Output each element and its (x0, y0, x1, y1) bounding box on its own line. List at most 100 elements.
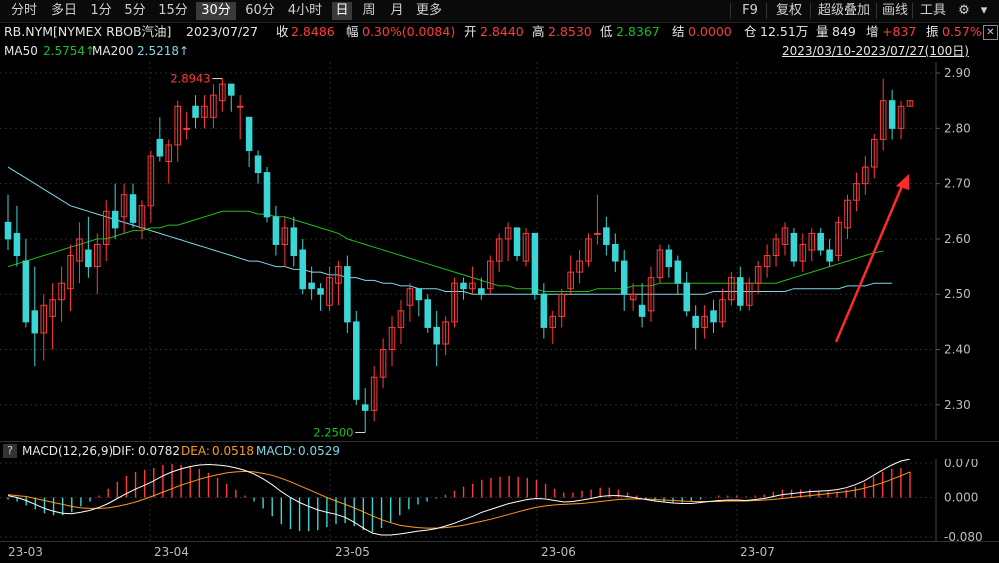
close-value: 2.8486 (291, 24, 335, 39)
high-label: 高 (532, 24, 545, 39)
candle-body (299, 249, 306, 290)
candle-body (245, 116, 253, 151)
open-value: 2.8440 (480, 24, 524, 39)
dif-value: 0.0782 (138, 444, 180, 458)
candle-body (272, 216, 280, 245)
close-label: 收 (276, 24, 289, 39)
macd-label: MACD: (256, 444, 297, 458)
candle-body (156, 138, 164, 157)
candle-body (424, 299, 432, 328)
vol-value: 849 (832, 24, 856, 39)
candle-body (737, 277, 744, 306)
candle-body (254, 155, 262, 174)
x-label: 23-04 (154, 545, 189, 559)
macd-tick-label: -0.080 (944, 530, 983, 541)
dif-line (7, 459, 911, 536)
period-tab[interactable]: 日 (332, 2, 352, 20)
ma200-value: 2.5218↑ (137, 44, 190, 58)
candle-body (263, 172, 271, 218)
toolbar-separator (912, 3, 913, 19)
oi-value: 12.51万 (760, 24, 809, 39)
period-tab[interactable]: 4小时 (284, 2, 326, 20)
toolbar-menu-item[interactable]: F9 (738, 2, 762, 20)
ma200-label: MA200 (92, 44, 134, 58)
ma-legend-row: MA50 2.5754↑ MA200 2.5218↑ 2023/03/10-20… (0, 42, 999, 60)
candle-body (22, 260, 30, 323)
price-tick-label: 2.60 (944, 232, 971, 246)
candle-body (236, 105, 244, 108)
toolbar-separator (766, 3, 767, 19)
period-tab[interactable]: 多日 (46, 2, 82, 20)
low-label: 低 (600, 24, 613, 39)
toolbar-separator (730, 3, 731, 19)
period-tab[interactable]: 5分 (120, 2, 150, 20)
price-tick-label: 2.40 (944, 343, 971, 357)
help-icon[interactable]: ? (3, 444, 17, 458)
oi-label: 仓 (744, 24, 757, 39)
gear-icon[interactable]: ⚙ (954, 2, 974, 20)
period-toolbar: 分时 多日 1分 5分 15分 30分 60分 4小时日周月更多 F9 复权 超级叠加 画线 工具 ⚙ ▾ (0, 0, 999, 23)
candle-body (638, 304, 646, 317)
candle-body (692, 315, 699, 328)
toolbar-menu-item[interactable]: 复权 (772, 2, 806, 20)
dea-line (7, 470, 911, 529)
toolbar-menu-item[interactable]: 画线 (880, 2, 910, 20)
candle-body (13, 232, 21, 257)
period-tab[interactable]: 更多 (414, 2, 444, 20)
macd-title[interactable]: MACD(12,26,9) (22, 442, 113, 460)
candle-body (674, 260, 682, 284)
amp-label: 幅 (346, 24, 359, 39)
high-annotation: 2.8943 (170, 72, 210, 86)
macd-tick-label: 0.070 (944, 459, 978, 470)
candle-body (531, 232, 539, 295)
open-label: 开 (464, 24, 477, 39)
symbol-label[interactable]: RB.NYM[NYMEX RBOB汽油] (4, 22, 171, 42)
candle-body (594, 232, 601, 235)
toolbar-menu-item[interactable]: 超级叠加 (816, 2, 872, 20)
candle-body (85, 249, 92, 268)
period-tab[interactable]: 周 (358, 2, 380, 20)
candle-body (513, 227, 521, 257)
ma50-label: MA50 (4, 44, 38, 58)
candle-body (308, 282, 315, 290)
candlestick-chart[interactable]: 2.90 2.80 2.70 2.60 2.50 2.40 2.30 2.8943 2.2500 (0, 62, 999, 440)
low-annotation: 2.2500 (313, 425, 353, 439)
candle-body (353, 321, 360, 400)
macd-tick-label: 0.000 (944, 491, 978, 505)
candle-body (31, 310, 39, 334)
period-tab[interactable]: 30分 (196, 2, 236, 20)
quote-info-row: RB.NYM[NYMEX RBOB汽油] 2023/07/27 收 2.8486… (0, 22, 999, 42)
inc-value: +837 (882, 24, 917, 39)
amp-value: 0.30%(0.0084) (362, 24, 456, 39)
period-tab[interactable]: 15分 (156, 2, 190, 20)
candle-body (290, 227, 298, 257)
period-tab[interactable]: 1分 (88, 2, 114, 20)
candle-body (460, 282, 467, 290)
candle-body (227, 83, 235, 96)
macd-value: 0.0529 (298, 444, 340, 458)
candle-body (183, 127, 190, 130)
date-label: 2023/07/27 (186, 24, 259, 39)
period-tab[interactable]: 分时 (6, 2, 42, 20)
vol-label: 量 (816, 24, 829, 39)
toolbar-separator (876, 3, 877, 19)
date-range-label[interactable]: 2023/03/10-2023/07/27(100日) (782, 42, 969, 60)
toolbar-menu-item[interactable]: 工具 (918, 2, 948, 20)
period-tab[interactable]: 月 (386, 2, 408, 20)
candle-body (826, 249, 833, 262)
trend-arrow-head (896, 174, 909, 190)
x-label: 23-05 (335, 545, 370, 559)
candle-body (361, 404, 369, 411)
price-tick-label: 2.70 (944, 177, 971, 191)
candle-body (612, 243, 619, 262)
close-icon[interactable]: ✕ (983, 25, 998, 40)
candle-body (344, 266, 351, 323)
chevron-down-icon[interactable]: ▾ (976, 2, 992, 20)
toolbar-separator (810, 3, 811, 19)
candle-body (665, 249, 673, 268)
swing-value: 0.57% (942, 24, 982, 39)
macd-chart[interactable]: 0.070 0.000 -0.080 (0, 459, 999, 541)
candle-body (888, 100, 896, 129)
x-label: 23-03 (8, 545, 43, 559)
period-tab[interactable]: 60分 (242, 2, 278, 20)
